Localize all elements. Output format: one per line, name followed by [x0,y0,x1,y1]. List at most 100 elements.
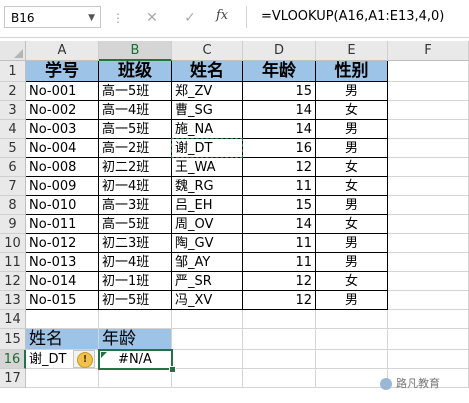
table-header-cell[interactable]: 年龄 [243,61,316,82]
row-header-8[interactable]: 8 [0,196,26,215]
column-header-a[interactable]: A [26,41,99,61]
table-cell[interactable]: No-015 [26,291,99,310]
row-header-16[interactable]: 16 [0,350,26,369]
table-cell[interactable]: 男 [316,234,388,253]
cell[interactable] [388,253,469,272]
cell[interactable] [388,350,469,369]
fx-icon[interactable]: fx [216,8,228,23]
select-all-corner[interactable] [0,41,26,61]
table-cell[interactable]: 男 [316,196,388,215]
row-header-3[interactable]: 3 [0,101,26,120]
cell[interactable] [243,350,316,369]
cell[interactable] [243,369,316,388]
cell[interactable] [316,329,388,350]
table-cell[interactable]: 严_SR [172,272,243,291]
table-cell[interactable]: 14 [243,215,316,234]
table-header-cell[interactable]: 姓名 [172,61,243,82]
table-cell[interactable]: 陶_GV [172,234,243,253]
cell[interactable] [172,350,243,369]
table-cell[interactable]: 男 [316,253,388,272]
cell[interactable] [99,369,172,388]
cell[interactable] [388,177,469,196]
table-cell[interactable]: 11 [243,177,316,196]
table-cell[interactable]: 女 [316,177,388,196]
table-cell[interactable]: 男 [316,139,388,158]
table-cell[interactable]: No-002 [26,101,99,120]
row-header-10[interactable]: 10 [0,234,26,253]
table-cell[interactable]: 初一4班 [99,177,172,196]
cell[interactable] [388,158,469,177]
column-header-d[interactable]: D [243,41,316,61]
lookup-label-age[interactable]: 年龄 [99,329,172,350]
row-header-11[interactable]: 11 [0,253,26,272]
cell[interactable] [172,310,243,329]
table-cell[interactable]: 高一5班 [99,82,172,101]
table-cell[interactable]: 15 [243,196,316,215]
column-header-c[interactable]: C [172,41,243,61]
cell[interactable] [316,350,388,369]
row-header-13[interactable]: 13 [0,291,26,310]
table-cell[interactable]: 女 [316,158,388,177]
table-cell[interactable]: 初一4班 [99,253,172,272]
table-cell[interactable]: 女 [316,272,388,291]
table-cell[interactable]: 11 [243,253,316,272]
table-cell[interactable]: 男 [316,120,388,139]
table-cell[interactable]: 谢_DT [172,139,243,158]
cell[interactable] [99,310,172,329]
table-cell[interactable]: 魏_RG [172,177,243,196]
table-cell[interactable]: 初一1班 [99,272,172,291]
row-header-15[interactable]: 15 [0,329,26,350]
cell[interactable] [388,272,469,291]
table-cell[interactable]: No-009 [26,177,99,196]
row-header-2[interactable]: 2 [0,82,26,101]
table-header-cell[interactable]: 班级 [99,61,172,82]
table-cell[interactable]: 14 [243,101,316,120]
table-cell[interactable]: 12 [243,158,316,177]
table-cell[interactable]: 初一5班 [99,291,172,310]
table-cell[interactable]: 15 [243,82,316,101]
cell[interactable] [316,369,388,388]
column-header-e[interactable]: E [316,41,388,61]
cell[interactable] [243,310,316,329]
table-cell[interactable]: 女 [316,215,388,234]
cell[interactable] [388,310,469,329]
table-cell[interactable]: 王_WA [172,158,243,177]
table-cell[interactable]: 14 [243,120,316,139]
row-header-5[interactable]: 5 [0,139,26,158]
row-header-6[interactable]: 6 [0,158,26,177]
table-cell[interactable]: 高一5班 [99,120,172,139]
table-cell[interactable]: No-001 [26,82,99,101]
close-icon[interactable]: ✕ [142,8,162,28]
row-header-17[interactable]: 17 [0,369,26,388]
cell[interactable] [172,329,243,350]
cell[interactable] [388,120,469,139]
table-cell[interactable]: No-013 [26,253,99,272]
table-cell[interactable]: 16 [243,139,316,158]
name-box[interactable]: B16 ▼ [4,6,101,28]
table-header-cell[interactable]: 学号 [26,61,99,82]
table-cell[interactable]: 邹_AY [172,253,243,272]
row-header-9[interactable]: 9 [0,215,26,234]
table-cell[interactable]: 初二2班 [99,158,172,177]
table-cell[interactable]: No-011 [26,215,99,234]
table-cell[interactable]: No-008 [26,158,99,177]
table-cell[interactable]: 高一2班 [99,139,172,158]
fill-handle[interactable] [169,366,176,373]
table-cell[interactable]: No-010 [26,196,99,215]
cell[interactable] [388,329,469,350]
table-cell[interactable]: 施_NA [172,120,243,139]
column-header-b[interactable]: B [99,41,172,61]
cell[interactable] [388,139,469,158]
cell[interactable] [388,234,469,253]
cell[interactable] [243,329,316,350]
formula-input[interactable]: =VLOOKUP(A16,A1:E13,4,0) [246,6,466,28]
lookup-label-name[interactable]: 姓名 [26,329,99,350]
table-cell[interactable]: 高一5班 [99,215,172,234]
table-cell[interactable]: 男 [316,82,388,101]
table-cell[interactable]: No-004 [26,139,99,158]
check-icon[interactable]: ✓ [180,8,200,28]
cell[interactable] [388,82,469,101]
table-cell[interactable]: 男 [316,291,388,310]
cell[interactable] [388,61,469,82]
cell[interactable] [26,369,99,388]
